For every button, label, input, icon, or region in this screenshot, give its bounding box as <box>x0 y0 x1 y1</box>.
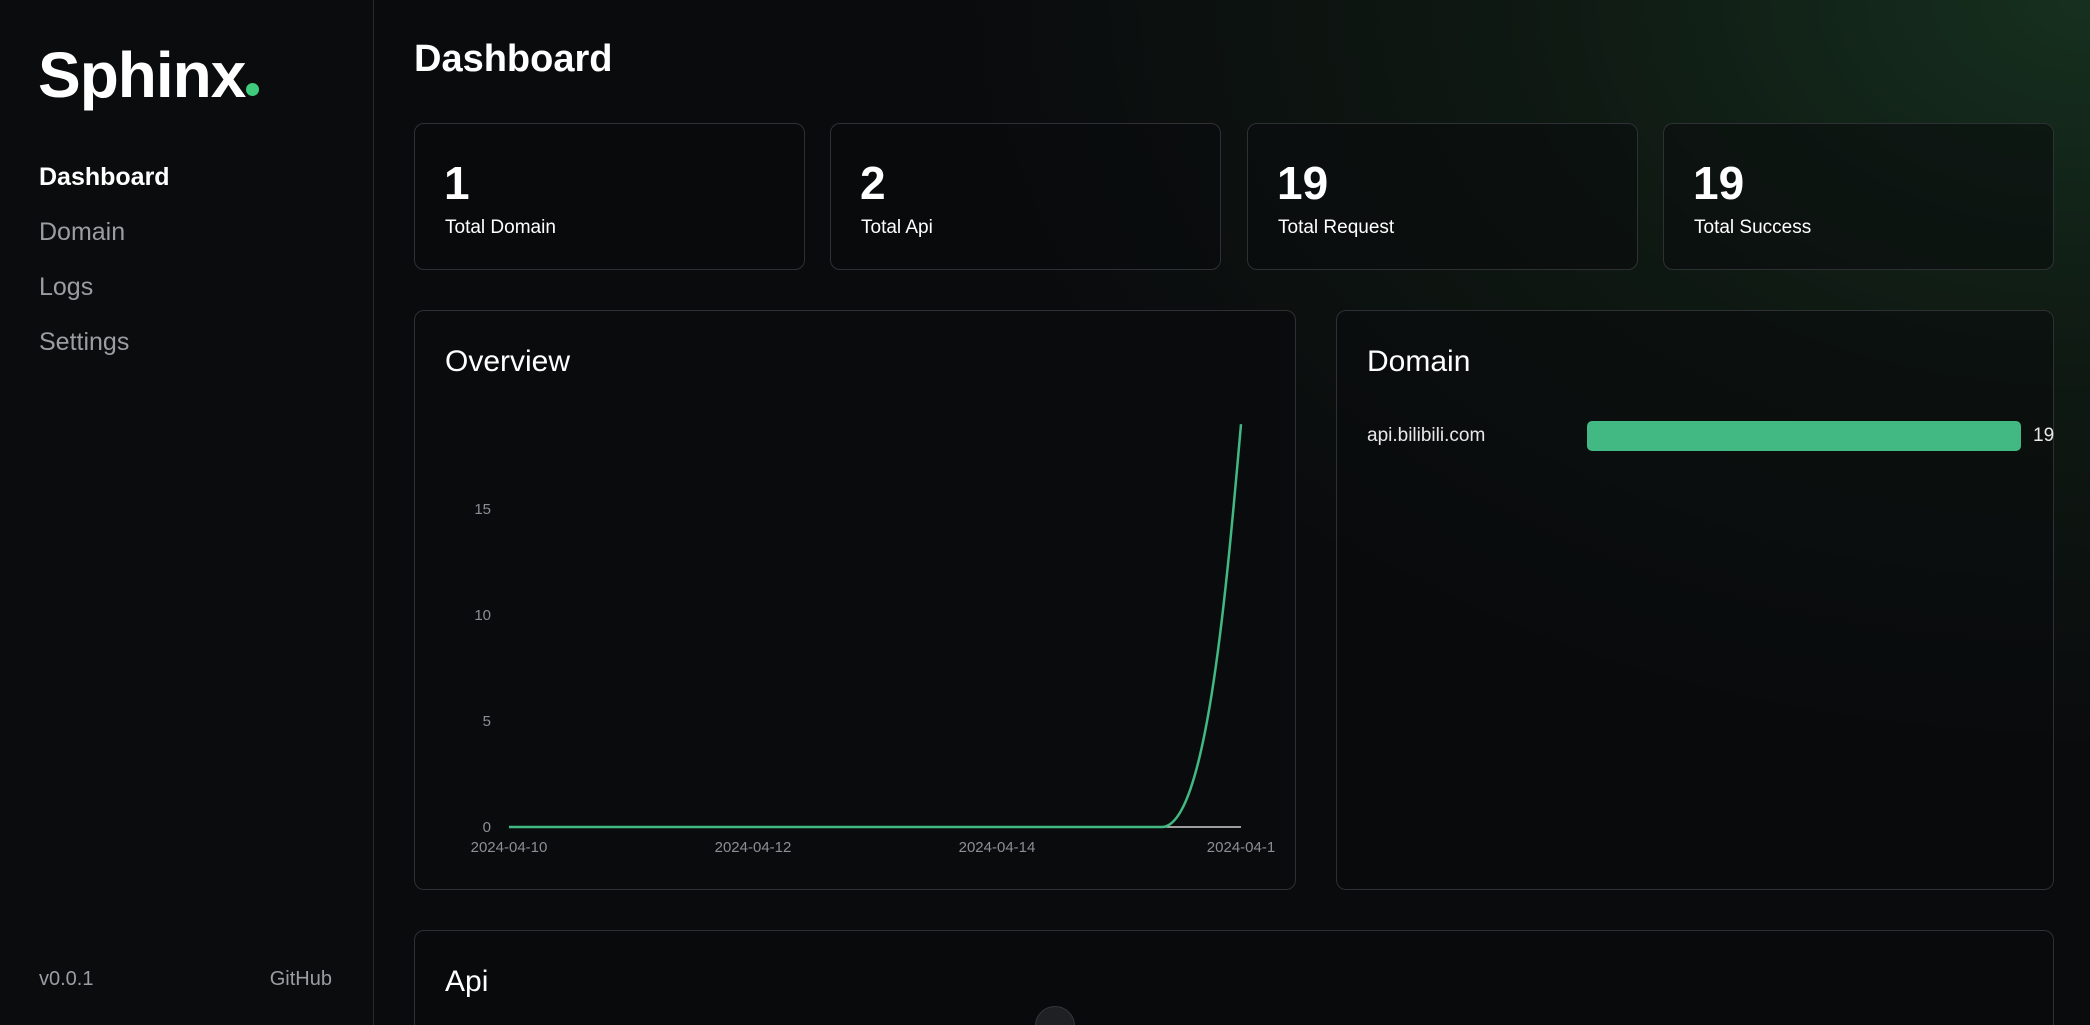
app-root: Sphinx Dashboard Domain Logs Settings v0… <box>0 0 2090 1025</box>
stat-label: Total Success <box>1694 217 1812 238</box>
stat-card-total-success: 19 Total Success <box>1663 123 2054 270</box>
stat-card-total-request: 19 Total Request <box>1247 123 1638 270</box>
y-tick-label: 15 <box>474 501 491 518</box>
sidebar-item-domain[interactable]: Domain <box>39 213 170 268</box>
api-card: Api <box>414 930 2054 1025</box>
series-line <box>509 424 1243 829</box>
logo-dot <box>246 83 259 96</box>
stat-value: 1 <box>444 157 470 209</box>
stat-value: 19 <box>1693 157 1745 209</box>
sidebar-item-dashboard[interactable]: Dashboard <box>39 158 170 213</box>
overview-line-chart: 0 5 10 15 2024-04-10 2024-04-12 2024-04-14 2024… <box>471 424 1275 856</box>
y-tick-label: 5 <box>483 713 491 730</box>
chevron-up-icon: ︿ <box>1046 1013 1062 1025</box>
page-title: Dashboard <box>414 38 613 80</box>
logo: Sphinx <box>38 39 246 111</box>
y-tick-label: 0 <box>483 819 491 836</box>
stat-card-total-api: 2 Total Api <box>830 123 1221 270</box>
domain-card: Domain api.bilibili.com 19 <box>1336 310 2054 890</box>
sidebar: Sphinx Dashboard Domain Logs Settings v0… <box>0 0 374 1025</box>
stat-label: Total Api <box>861 217 933 238</box>
y-tick-label: 10 <box>474 607 491 624</box>
stat-value: 19 <box>1277 157 1329 209</box>
sidebar-nav: Dashboard Domain Logs Settings <box>39 158 170 378</box>
domain-bar-track <box>1587 421 2021 451</box>
x-tick-label: 2024-04-1 <box>1207 839 1275 856</box>
domain-bar-label: api.bilibili.com <box>1367 425 1486 446</box>
api-title: Api <box>445 965 489 998</box>
overview-card: Overview 0 5 10 15 2024-04-10 2024-04-12 2024-… <box>414 310 1296 890</box>
stat-label: Total Domain <box>445 217 556 238</box>
x-tick-label: 2024-04-12 <box>715 839 792 856</box>
domain-bar <box>1587 421 2021 451</box>
sidebar-item-settings[interactable]: Settings <box>39 323 170 378</box>
domain-bar-row: api.bilibili.com 19 <box>1367 421 2054 453</box>
domain-title: Domain <box>1367 345 1471 378</box>
x-tick-label: 2024-04-10 <box>471 839 548 856</box>
sidebar-item-logs[interactable]: Logs <box>39 268 170 323</box>
version-label: v0.0.1 <box>39 968 94 990</box>
stat-card-total-domain: 1 Total Domain <box>414 123 805 270</box>
stat-label: Total Request <box>1278 217 1395 238</box>
domain-bar-value: 19 <box>2033 425 2055 446</box>
stat-value: 2 <box>860 157 886 209</box>
x-tick-label: 2024-04-14 <box>959 839 1036 856</box>
github-link[interactable]: GitHub <box>270 968 332 991</box>
